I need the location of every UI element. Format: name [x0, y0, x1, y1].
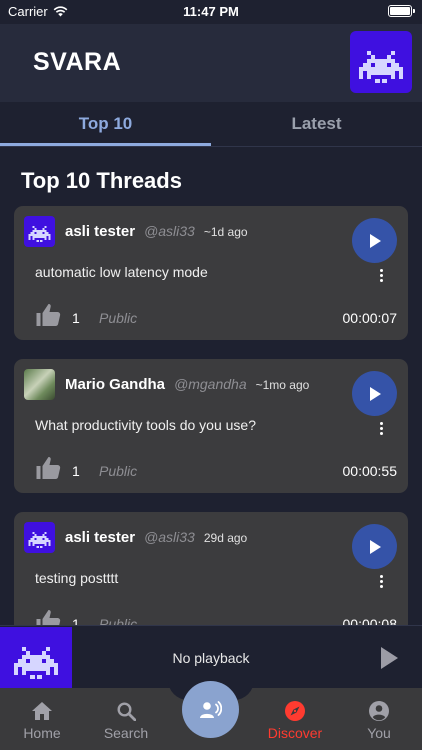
post-time: ~1mo ago — [255, 378, 310, 392]
post-time: 29d ago — [203, 531, 248, 545]
nav-search-label: Search — [103, 725, 149, 741]
play-icon — [369, 233, 381, 248]
nav-home[interactable]: Home — [2, 700, 82, 741]
tab-latest[interactable]: Latest — [211, 102, 422, 146]
space-invader-icon — [28, 226, 51, 242]
status-bar: Carrier 11:47 PM — [0, 0, 422, 24]
user-avatar[interactable] — [24, 216, 55, 247]
playback-status: No playback — [172, 650, 250, 666]
record-button[interactable] — [182, 681, 239, 738]
play-icon — [369, 539, 381, 554]
more-options-icon[interactable] — [379, 269, 383, 282]
user-name[interactable]: asli tester — [65, 223, 135, 240]
visibility-label: Public — [99, 463, 138, 479]
audio-duration: 00:00:55 — [342, 463, 398, 479]
visibility-label: Public — [99, 310, 138, 326]
nav-discover-label: Discover — [267, 725, 323, 741]
active-tab-indicator — [0, 143, 211, 146]
status-time: 11:47 PM — [183, 4, 239, 19]
search-icon — [116, 701, 136, 721]
battery-icon — [388, 5, 415, 17]
audio-duration: 00:00:08 — [342, 616, 398, 625]
visibility-label: Public — [99, 616, 138, 625]
nav-you[interactable]: You — [339, 700, 419, 741]
thread-meta: asli tester @asli33 29d ago — [65, 529, 247, 546]
play-button[interactable] — [352, 371, 397, 416]
nav-search[interactable]: Search — [86, 700, 166, 741]
audio-duration: 00:00:07 — [342, 310, 398, 326]
section-title: Top 10 Threads — [21, 168, 182, 193]
thread-list[interactable]: asli tester @asli33 ~1d ago automatic lo… — [0, 205, 422, 625]
thread-text[interactable]: automatic low latency mode — [35, 264, 208, 280]
app-title: SVARA — [33, 48, 122, 76]
thread-card[interactable]: asli tester @asli33 29d ago testing post… — [14, 512, 408, 625]
user-avatar[interactable] — [24, 369, 55, 400]
play-button[interactable] — [352, 524, 397, 569]
like-count: 1 — [72, 616, 80, 625]
play-icon — [369, 386, 381, 401]
thread-text[interactable]: testing postttt — [35, 570, 118, 586]
space-invader-icon — [28, 532, 51, 548]
thread-text[interactable]: What productivity tools do you use? — [35, 417, 256, 433]
home-icon — [32, 702, 52, 720]
nav-you-label: You — [367, 725, 391, 741]
user-handle[interactable]: @asli33 — [144, 223, 195, 239]
user-name[interactable]: asli tester — [65, 529, 135, 546]
user-avatar[interactable] — [24, 522, 55, 553]
voice-record-icon — [199, 700, 222, 718]
compass-icon — [285, 701, 305, 721]
post-time: ~1d ago — [203, 225, 248, 239]
thumbs-up-icon[interactable] — [36, 304, 61, 326]
space-invader-icon — [359, 51, 403, 83]
tab-top-10[interactable]: Top 10 — [0, 102, 211, 146]
user-name[interactable]: Mario Gandha — [65, 376, 165, 393]
thread-card[interactable]: asli tester @asli33 ~1d ago automatic lo… — [14, 206, 408, 340]
user-handle[interactable]: @mgandha — [174, 376, 247, 392]
nav-home-label: Home — [23, 725, 61, 741]
nav-discover[interactable]: Discover — [255, 700, 335, 741]
app-header: SVARA — [0, 24, 422, 102]
thread-meta: asli tester @asli33 ~1d ago — [65, 223, 248, 240]
player-play-icon[interactable] — [381, 647, 398, 669]
profile-avatar[interactable] — [350, 31, 412, 93]
feed-tabs: Top 10 Latest — [0, 102, 422, 147]
thread-card[interactable]: Mario Gandha @mgandha ~1mo ago What prod… — [14, 359, 408, 493]
more-options-icon[interactable] — [379, 575, 383, 588]
thread-meta: Mario Gandha @mgandha ~1mo ago — [65, 376, 309, 393]
like-count: 1 — [72, 463, 80, 479]
user-handle[interactable]: @asli33 — [144, 529, 195, 545]
account-icon — [369, 701, 389, 721]
thumbs-up-icon[interactable] — [36, 610, 61, 625]
like-count: 1 — [72, 310, 80, 326]
thumbs-up-icon[interactable] — [36, 457, 61, 479]
play-button[interactable] — [352, 218, 397, 263]
more-options-icon[interactable] — [379, 422, 383, 435]
